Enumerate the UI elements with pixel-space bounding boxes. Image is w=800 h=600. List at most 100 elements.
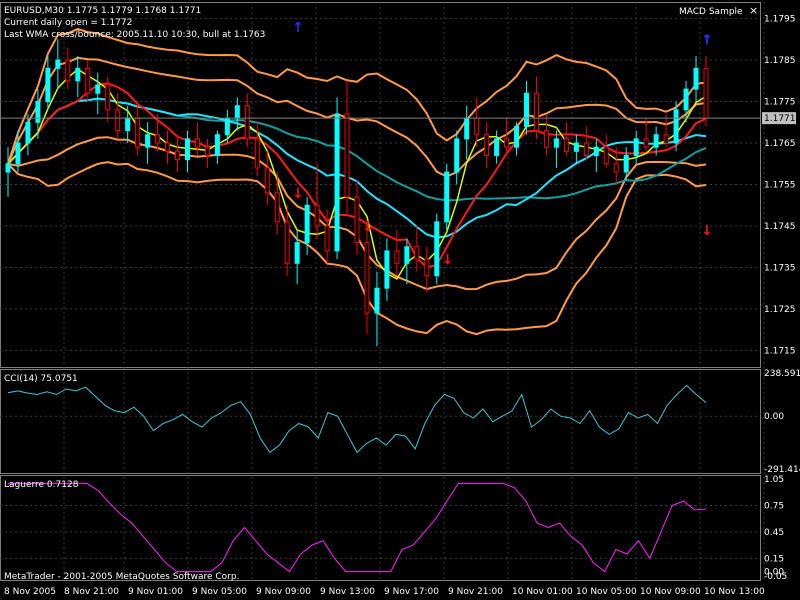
bear-candle (533, 92, 539, 132)
laguerre-y-tick-label: 1.05 (764, 475, 784, 485)
bear-candle (115, 109, 121, 132)
bull-candle (553, 138, 559, 148)
x-tick-label: 9 Nov 05:00 (192, 587, 247, 597)
bull-candle (145, 134, 151, 148)
bull-candle (593, 146, 599, 156)
y-tick-label: 1.1755 (764, 181, 796, 191)
y-tick-label: 1.1745 (764, 222, 796, 232)
bull-candle (234, 105, 240, 119)
bull-candle (125, 117, 131, 132)
y-tick-label: 1.1715 (764, 346, 796, 356)
bear-candle (175, 150, 181, 161)
bear-candle (65, 59, 71, 82)
laguerre-y-tick-label: -0.05 (764, 572, 787, 582)
bear-candle (543, 130, 549, 148)
bear-candle (563, 138, 569, 152)
bear-candle (284, 221, 290, 264)
bull-candle (653, 134, 659, 148)
laguerre-panel: Laguerre 0.7128 (4, 480, 707, 573)
bear-candle (394, 250, 400, 264)
bull-candle (633, 138, 639, 156)
bull-candle (494, 138, 500, 156)
bear-candle (264, 167, 270, 194)
bear-candle (703, 67, 709, 119)
bull-candle (404, 246, 410, 264)
arrow-down-icon: ↓ (701, 223, 713, 239)
bear-candle (244, 105, 250, 140)
cci-line (7, 384, 707, 454)
bull-candle (5, 163, 11, 173)
bear-candle (85, 67, 91, 94)
bull-candle (294, 242, 300, 264)
bear-candle (155, 134, 161, 144)
bull-candle (214, 134, 220, 156)
x-tick-label: 10 Nov 05:00 (576, 587, 637, 597)
arrow-down-icon: ↓ (292, 186, 304, 202)
copyright-text: MetaTrader - 2001-2005 MetaQuotes Softwa… (4, 572, 239, 582)
bull-candle (384, 250, 390, 289)
bull-candle (683, 88, 689, 111)
cci-title: CCI(14) 75.0751 (4, 374, 78, 384)
x-tick-label: 10 Nov 09:00 (640, 587, 701, 597)
bear-candle (254, 138, 260, 169)
bear-candle (424, 258, 430, 277)
bull-candle (573, 142, 579, 152)
bull-candle (95, 84, 101, 94)
chart-canvas: ↑↓↓↓↓↑↑↑ CCI(14) 75.0751 Laguerre 0.7128… (0, 2, 800, 597)
bear-candle (324, 225, 330, 252)
arrow-up-icon: ↑ (701, 32, 713, 48)
arrow-down-icon: ↓ (362, 219, 374, 235)
arrow-down-icon: ↓ (442, 252, 454, 268)
bear-candle (663, 134, 669, 144)
bollinger-upper-line (7, 56, 707, 178)
bull-candle (673, 109, 679, 144)
bear-candle (354, 196, 360, 244)
bear-candle (583, 142, 589, 156)
laguerre-y-tick-label: 0.45 (764, 528, 784, 538)
bull-candle (75, 67, 81, 82)
bear-candle (414, 246, 420, 260)
bear-candle (504, 138, 510, 148)
bear-candle (105, 84, 111, 111)
bear-candle (613, 163, 619, 173)
bull-candle (35, 101, 41, 123)
bull-candle (224, 117, 230, 136)
y-tick-label: 1.1735 (764, 263, 796, 273)
current-price-label: 1.1771 (764, 114, 796, 124)
x-tick-label: 9 Nov 01:00 (128, 587, 183, 597)
bear-candle (364, 242, 370, 314)
bull-candle (444, 171, 450, 223)
bear-candle (274, 192, 280, 223)
bear-candle (643, 138, 649, 148)
expert-advisor-label: MACD Sample (679, 7, 743, 17)
x-tick-label: 9 Nov 17:00 (384, 587, 439, 597)
bear-candle (194, 138, 200, 148)
bull-candle (464, 117, 470, 140)
bull-candle (454, 138, 460, 173)
x-tick-label: 9 Nov 21:00 (448, 587, 503, 597)
y-tick-label: 1.1785 (764, 56, 796, 66)
bull-candle (693, 67, 699, 90)
arrow-up-icon: ↑ (292, 20, 304, 36)
x-tick-label: 10 Nov 01:00 (512, 587, 573, 597)
x-tick-label: 8 Nov 2005 (4, 587, 56, 597)
y-tick-label: 1.1725 (764, 305, 796, 315)
wma-cross-readout: Last WMA cross/bounce: 2005.11.10 10:30,… (4, 30, 265, 40)
x-tick-label: 9 Nov 13:00 (320, 587, 375, 597)
close-icon[interactable]: × (749, 4, 758, 17)
cci-panel: CCI(14) 75.0751 (4, 374, 707, 454)
y-tick-label: 1.1765 (764, 139, 796, 149)
bear-candle (603, 146, 609, 165)
symbol-ohlc-readout: EURUSD,M30 1.1775 1.1779 1.1768 1.1771 (4, 6, 201, 16)
bull-candle (334, 113, 340, 252)
cci-y-tick-label: -291.414 (764, 465, 800, 475)
bull-candle (45, 67, 51, 103)
bear-candle (314, 204, 320, 227)
bear-candle (474, 117, 480, 136)
bear-candle (344, 113, 350, 198)
cci-y-tick-label: 238.5916 (764, 369, 800, 379)
x-tick-label: 9 Nov 09:00 (256, 587, 311, 597)
grid-layer (0, 2, 765, 581)
bear-candle (204, 146, 210, 156)
bull-candle (514, 125, 520, 148)
